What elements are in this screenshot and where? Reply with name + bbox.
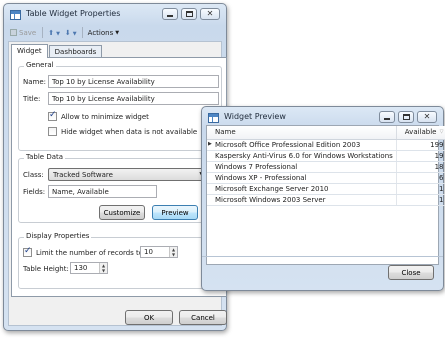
maximize-button[interactable] — [181, 8, 197, 20]
preview-grid: Name Available ▽ ▶ Microsoft Office Profe… — [206, 125, 445, 265]
row-name: Kaspersky Anti-Virus 6.0 for Windows Wor… — [207, 150, 397, 162]
chevron-down-icon: ▼ — [115, 29, 120, 36]
table-header-row: Name Available ▽ — [207, 126, 445, 140]
toolbar: Save ⬆ ▼ ⬇ ▼ Actions ▼ — [10, 25, 220, 40]
limit-records-value: 10 — [144, 248, 153, 256]
properties-titlebar[interactable]: Table Widget Properties ✕ — [4, 4, 226, 26]
preview-window: Widget Preview ✕ Name Available ▽ ▶ Micro… — [201, 106, 445, 291]
maximize-button[interactable] — [398, 111, 414, 123]
row-name: Windows XP - Professional — [207, 172, 397, 184]
sort-icon: ▽ — [439, 129, 444, 135]
preview-window-title: Widget Preview — [224, 112, 286, 121]
table-row[interactable]: ▶ Microsoft Office Professional Edition 2… — [207, 139, 445, 151]
minimize-icon — [384, 117, 390, 120]
table-icon — [208, 113, 219, 123]
hide-widget-checkbox[interactable]: Hide widget when data is not available — [48, 127, 197, 136]
general-group: General Name: Top 10 by License Availabi… — [18, 61, 222, 151]
tab-widget[interactable]: Widget — [11, 44, 48, 58]
fields-field[interactable]: Name, Available — [48, 185, 157, 198]
minimize-button[interactable] — [379, 111, 395, 123]
column-header-available[interactable]: Available ▽ — [396, 126, 445, 140]
customize-button[interactable]: Customize — [99, 205, 145, 220]
general-group-title: General — [24, 61, 56, 69]
table-height-value: 130 — [74, 264, 88, 272]
class-select-value: Tracked Software — [53, 171, 113, 179]
close-icon: ✕ — [423, 112, 431, 121]
column-header-name[interactable]: Name — [207, 126, 397, 140]
table-data-group: Table Data Class: Tracked Software ▼ Fie… — [18, 153, 222, 223]
table-height-label: Table Height: — [23, 265, 69, 273]
row-name: Microsoft Windows 2003 Server — [207, 194, 397, 206]
limit-records-checkbox[interactable]: Limit the number of records to — [23, 246, 144, 257]
widget-tab-panel: General Name: Top 10 by License Availabi… — [11, 57, 227, 297]
actions-menu[interactable]: Actions ▼ — [88, 29, 119, 37]
table-row[interactable]: Kaspersky Anti-Virus 6.0 for Windows Wor… — [207, 150, 445, 162]
ok-button[interactable]: OK — [125, 310, 173, 325]
cancel-button[interactable]: Cancel — [179, 310, 227, 325]
save-button[interactable]: Save — [10, 29, 36, 37]
close-icon: ✕ — [206, 9, 214, 18]
arrow-down-icon[interactable]: ⬇ ▼ — [65, 29, 77, 37]
limit-records-label: Limit the number of records to — [36, 248, 144, 257]
name-field[interactable]: Top 10 by License Availability — [48, 75, 219, 88]
class-label: Class: — [23, 171, 44, 179]
arrow-up-icon[interactable]: ⬆ ▼ — [48, 29, 60, 37]
class-select[interactable]: Tracked Software ▼ — [48, 168, 209, 181]
tab-strip: Widget Dashboards — [11, 44, 103, 58]
preview-table: Name Available ▽ ▶ Microsoft Office Profe… — [207, 126, 445, 206]
row-available: 18 — [396, 161, 445, 173]
fields-label: Fields: — [23, 188, 46, 196]
display-properties-group-title: Display Properties — [24, 232, 92, 240]
allow-minimize-label: Allow to minimize widget — [61, 112, 149, 121]
table-data-group-title: Table Data — [24, 153, 66, 161]
table-row[interactable]: Microsoft Exchange Server 2010 1 — [207, 183, 445, 195]
limit-records-stepper[interactable]: 10 ▲ ▼ — [140, 246, 178, 258]
display-properties-group: Display Properties Limit the number of r… — [18, 232, 222, 289]
row-available: 1 — [396, 194, 445, 206]
toolbar-separator — [42, 27, 44, 38]
row-available: 6 — [396, 172, 445, 184]
table-row[interactable]: Windows 7 Professional 18 — [207, 161, 445, 173]
allow-minimize-checkbox[interactable]: Allow to minimize widget — [48, 110, 149, 121]
row-available: 19 — [396, 150, 445, 162]
row-available: 1 — [396, 183, 445, 195]
actions-label: Actions — [87, 28, 114, 37]
title-label: Title: — [23, 95, 41, 103]
row-name: Microsoft Exchange Server 2010 — [207, 183, 397, 195]
checkbox-checked[interactable] — [23, 246, 32, 257]
minimize-icon — [167, 14, 173, 17]
close-window-button[interactable]: ✕ — [200, 8, 220, 20]
name-label: Name: — [23, 78, 47, 86]
maximize-icon — [185, 11, 193, 17]
row-name: Microsoft Office Professional Edition 20… — [215, 140, 361, 149]
preview-footer: Close — [202, 256, 443, 290]
checkbox-checked[interactable] — [48, 110, 57, 121]
close-button[interactable]: Close — [388, 265, 434, 280]
close-window-button[interactable]: ✕ — [417, 111, 437, 123]
column-header-available-label: Available — [404, 128, 437, 137]
minimize-button[interactable] — [162, 8, 178, 20]
save-label: Save — [19, 28, 37, 37]
table-row[interactable]: Windows XP - Professional 6 — [207, 172, 445, 184]
spinner-arrows-icon[interactable]: ▲ ▼ — [169, 247, 177, 257]
maximize-icon — [402, 114, 410, 120]
row-available: 199 — [396, 139, 445, 151]
hide-widget-label: Hide widget when data is not available — [61, 127, 198, 136]
table-icon — [10, 10, 21, 20]
spinner-arrows-icon[interactable]: ▲ ▼ — [99, 263, 107, 273]
title-field[interactable]: Top 10 by License Availability — [48, 92, 219, 105]
table-height-stepper[interactable]: 130 ▲ ▼ — [70, 262, 108, 274]
floppy-icon — [10, 29, 17, 36]
window-title: Table Widget Properties — [26, 9, 121, 18]
checkbox-unchecked[interactable] — [48, 127, 57, 136]
toolbar-separator — [81, 27, 83, 38]
table-row[interactable]: Microsoft Windows 2003 Server 1 — [207, 194, 445, 206]
preview-button[interactable]: Preview — [152, 205, 198, 220]
triangle-right-icon: ▶ — [208, 140, 212, 147]
row-name: Windows 7 Professional — [207, 161, 397, 173]
